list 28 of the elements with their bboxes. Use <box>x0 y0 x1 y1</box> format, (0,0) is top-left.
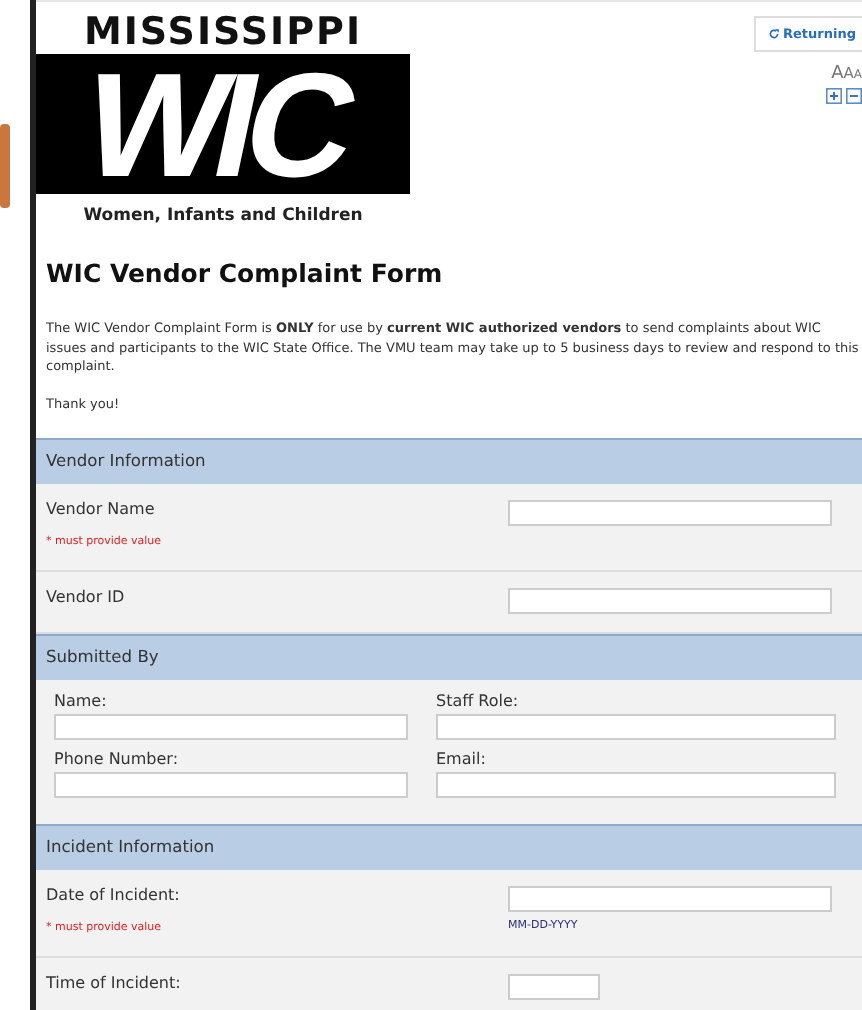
zoom-out-icon[interactable] <box>846 88 862 104</box>
zoom-in-icon[interactable] <box>826 88 842 104</box>
input-field[interactable] <box>54 772 408 798</box>
input-field[interactable] <box>508 588 832 614</box>
input-field[interactable] <box>436 772 836 798</box>
field-label: Vendor Name <box>46 498 157 518</box>
form-title: WIC Vendor Complaint Form <box>46 258 445 288</box>
logo-text: MISSISSIPPI <box>36 12 410 54</box>
input-field[interactable] <box>508 500 832 526</box>
input-field[interactable] <box>54 714 408 740</box>
section-header: Vendor Information <box>36 438 862 484</box>
field-label: Time of Incident: <box>46 972 183 992</box>
field-label: Date of Incident: <box>46 884 182 904</box>
logo-text: WIC <box>67 50 365 194</box>
field-label: Vendor ID <box>46 586 127 606</box>
logo-text: Women, Infants and Children <box>36 194 410 238</box>
photo-placeholder <box>0 124 10 208</box>
section-header: Submitted By <box>36 634 862 680</box>
input-field[interactable] <box>508 974 600 1000</box>
refresh-icon <box>767 28 779 40</box>
field-label: Email: <box>436 748 488 768</box>
text-size-link[interactable]: A <box>831 64 844 84</box>
input-field[interactable] <box>508 886 832 912</box>
section-header: Incident Information <box>36 824 862 870</box>
field-label: Staff Role: <box>436 690 521 710</box>
field-label: Name: <box>54 690 109 710</box>
input-field[interactable] <box>436 714 836 740</box>
field-label: Phone Number: <box>54 748 181 768</box>
